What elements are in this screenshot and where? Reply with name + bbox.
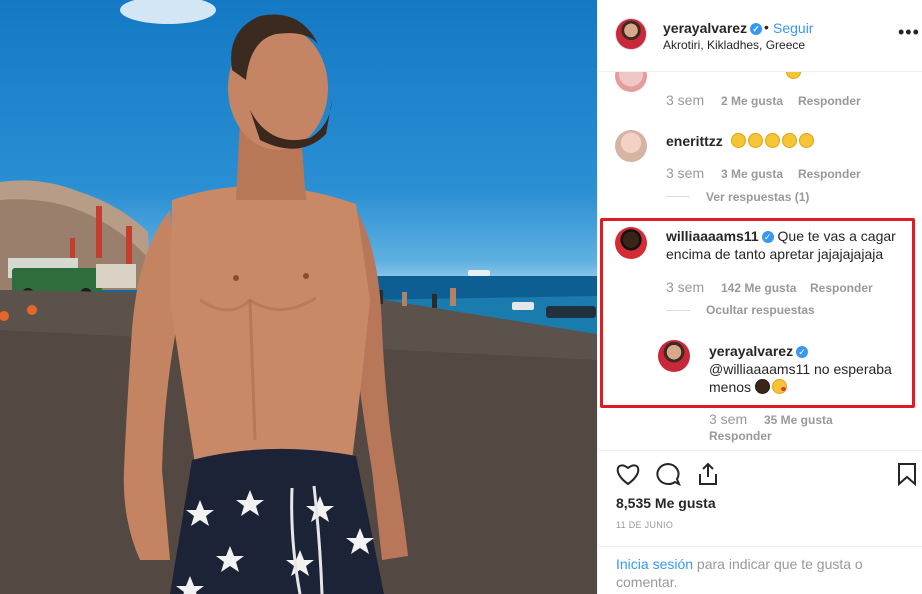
- verified-badge-icon: ✓: [761, 231, 774, 243]
- comment-time[interactable]: 3 sem: [666, 165, 704, 181]
- comment-text: williaaaams11 ✓ Que te vas a cagar encima…: [666, 227, 916, 263]
- likes-count[interactable]: 8,535 Me gusta: [616, 495, 716, 511]
- verified-badge-icon: ✓: [796, 346, 809, 358]
- comment-likes[interactable]: 2 Me gusta: [721, 94, 783, 108]
- post-photo: [0, 0, 597, 594]
- emoji-icon: [786, 72, 801, 79]
- comment-username[interactable]: williaaaams11: [666, 228, 759, 244]
- emoji-row: [730, 133, 816, 149]
- view-replies-button[interactable]: Ver respuestas (1): [706, 190, 809, 204]
- post-location[interactable]: Akrotiri, Kikladhes, Greece: [663, 38, 805, 52]
- grin-emoji-icon: [730, 133, 746, 148]
- heart-icon[interactable]: [615, 462, 641, 491]
- dark-face-emoji-icon: [754, 379, 770, 394]
- reply-reply-button[interactable]: Responder: [709, 429, 772, 443]
- verified-badge-icon: ✓: [750, 23, 763, 35]
- kiss-emoji-icon: [771, 379, 787, 394]
- comment-avatar[interactable]: [615, 227, 647, 259]
- hide-replies-button[interactable]: Ocultar respuestas: [706, 303, 815, 317]
- reply-time[interactable]: 3 sem: [709, 411, 747, 427]
- author-avatar[interactable]: [615, 18, 647, 50]
- follow-button[interactable]: Seguir: [773, 20, 813, 36]
- comment-avatar[interactable]: [615, 72, 647, 92]
- grin-emoji-icon: [798, 133, 814, 148]
- reply-avatar[interactable]: [658, 340, 690, 372]
- comments-list[interactable]: 3 sem 2 Me gusta Responder enerittzz 3 s…: [598, 72, 922, 450]
- comment-text-partial: [664, 72, 904, 81]
- bookmark-icon[interactable]: [897, 462, 917, 491]
- reply-text: yerayalvarez ✓ @williaaaams11 no esperaba…: [709, 342, 909, 396]
- post-actions: 8,535 Me gusta 11 DE JUNIO Inicia sesión…: [598, 450, 922, 594]
- login-prompt: Inicia sesión para indicar que te gusta …: [598, 546, 922, 594]
- replies-divider: [666, 196, 690, 197]
- more-options-icon[interactable]: •••: [898, 22, 920, 43]
- comment-text: enerittzz: [666, 132, 906, 150]
- grin-emoji-icon: [781, 133, 797, 148]
- author-username-text[interactable]: yerayalvarez: [663, 20, 747, 36]
- separator-dot: •: [764, 19, 769, 35]
- comment-reply-button[interactable]: Responder: [798, 167, 861, 181]
- comment-likes[interactable]: 142 Me gusta: [721, 281, 796, 295]
- reply-username[interactable]: yerayalvarez: [709, 343, 793, 359]
- comment-reply-button[interactable]: Responder: [798, 94, 861, 108]
- post-panel: yerayalvarez ✓ • Seguir Akrotiri, Kikladh…: [597, 0, 922, 594]
- comment-username[interactable]: enerittzz: [666, 133, 723, 149]
- grin-emoji-icon: [747, 133, 763, 148]
- login-prompt-text: Inicia sesión para indicar que te gusta …: [616, 555, 906, 591]
- login-link[interactable]: Inicia sesión: [616, 556, 693, 572]
- post-date[interactable]: 11 DE JUNIO: [616, 520, 673, 530]
- beach-photo-illustration: [0, 0, 597, 594]
- comment-avatar[interactable]: [615, 130, 647, 162]
- comment-reply-button[interactable]: Responder: [810, 281, 873, 295]
- share-icon[interactable]: [696, 462, 720, 491]
- grin-emoji-icon: [764, 133, 780, 148]
- reply-likes[interactable]: 35 Me gusta: [764, 413, 833, 427]
- comment-time[interactable]: 3 sem: [666, 279, 704, 295]
- replies-divider: [666, 310, 690, 311]
- comment-likes[interactable]: 3 Me gusta: [721, 167, 783, 181]
- reply-body: @williaaaams11 no esperaba menos: [709, 361, 892, 395]
- comment-icon[interactable]: [655, 462, 681, 491]
- author-username[interactable]: yerayalvarez ✓: [663, 20, 763, 36]
- post-header: yerayalvarez ✓ • Seguir Akrotiri, Kikladh…: [598, 0, 922, 72]
- comment-time[interactable]: 3 sem: [666, 92, 704, 108]
